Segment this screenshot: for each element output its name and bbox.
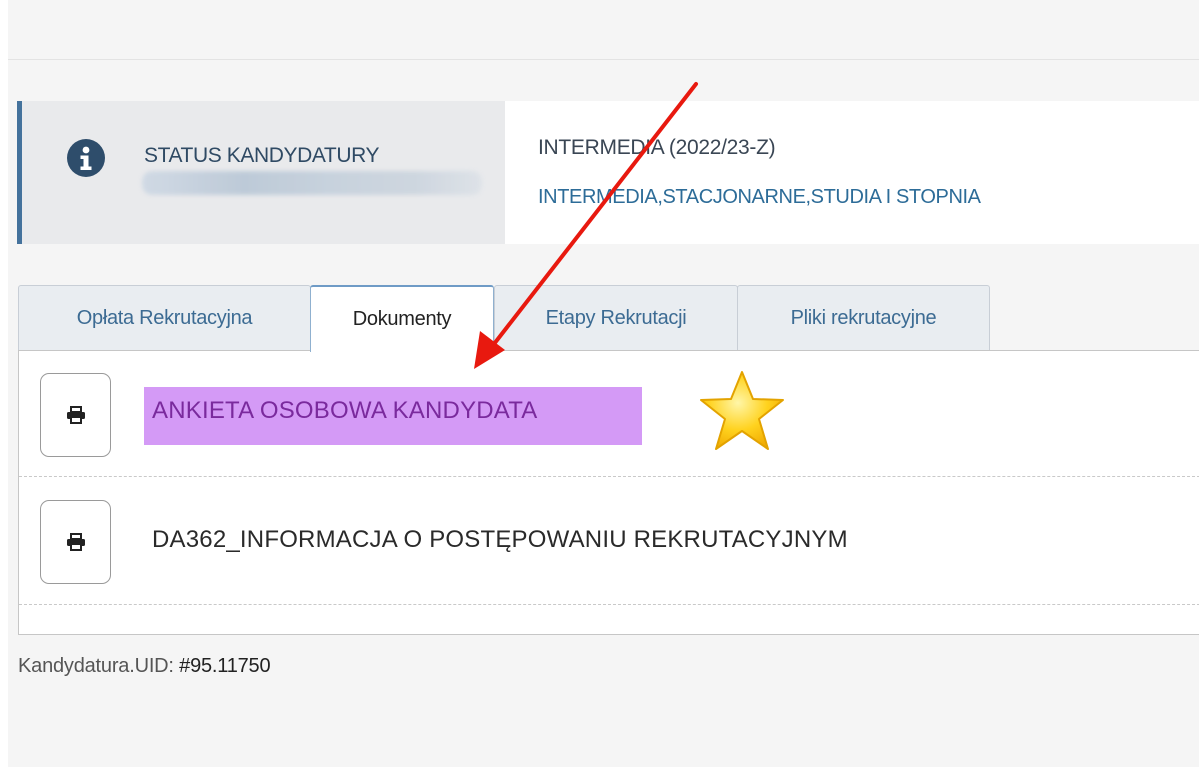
candidacy-uid: Kandydatura.UID: #95.11750 — [18, 655, 271, 678]
tab-label: Etapy Rekrutacji — [545, 307, 687, 329]
page: STATUS KANDYDATURY INTERMEDIA (2022/23-Z… — [0, 0, 1199, 767]
info-icon — [67, 139, 105, 177]
print-button[interactable] — [40, 373, 111, 457]
tab-label: Pliki rekrutacyjne — [790, 307, 937, 329]
star-icon — [700, 371, 784, 450]
tab-pliki-rekrutacyjne[interactable]: Pliki rekrutacyjne — [737, 285, 990, 351]
printer-icon — [66, 406, 85, 424]
status-box: STATUS KANDYDATURY — [17, 101, 505, 244]
divider — [8, 59, 1199, 60]
status-value-redacted — [142, 171, 482, 195]
uid-value: #95.11750 — [179, 655, 271, 677]
tab-etapy-rekrutacji[interactable]: Etapy Rekrutacji — [494, 285, 738, 351]
program-title: INTERMEDIA (2022/23-Z) — [538, 136, 776, 159]
program-subtitle: INTERMEDIA,STACJONARNE,STUDIA I STOPNIA — [538, 186, 981, 208]
row-divider — [19, 476, 1199, 477]
print-button[interactable] — [40, 500, 111, 584]
program-box: INTERMEDIA (2022/23-Z) INTERMEDIA,STACJO… — [505, 101, 1199, 244]
row-divider — [19, 604, 1199, 605]
document-link[interactable]: DA362_INFORMACJA O POSTĘPOWANIU REKRUTAC… — [152, 526, 848, 554]
tab-dokumenty[interactable]: Dokumenty — [310, 285, 494, 352]
uid-label: Kandydatura.UID: — [18, 655, 174, 677]
printer-icon — [66, 533, 85, 551]
tab-label: Dokumenty — [352, 308, 452, 330]
tab-label: Opłata Rekrutacyjna — [76, 307, 253, 329]
document-link[interactable]: ANKIETA OSOBOWA KANDYDATA — [152, 397, 538, 425]
documents-list: ANKIETA OSOBOWA KANDYDATA DA362_INFORMAC… — [18, 350, 1199, 635]
tab-oplata-rekrutacyjna[interactable]: Opłata Rekrutacyjna — [18, 285, 311, 351]
status-label: STATUS KANDYDATURY — [144, 144, 380, 167]
